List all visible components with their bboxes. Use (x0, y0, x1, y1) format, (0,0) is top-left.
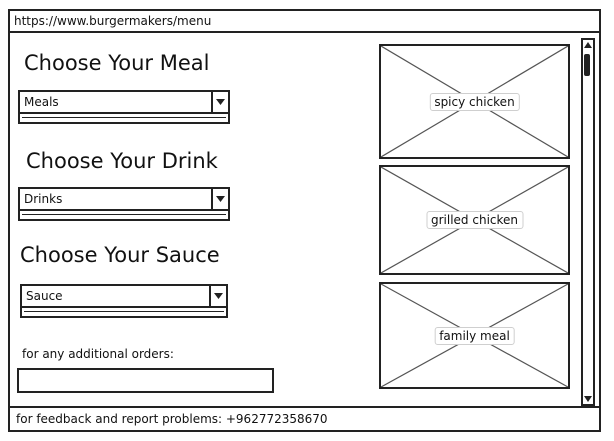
image-caption-spicy-chicken: spicy chicken (429, 92, 520, 111)
scrollbar-thumb[interactable] (584, 54, 590, 76)
additional-orders-input[interactable] (17, 368, 274, 393)
meal-select-dropdown-edge (18, 114, 230, 124)
sauce-heading: Choose Your Sauce (20, 243, 220, 267)
image-placeholder-spicy-chicken[interactable]: spicy chicken (379, 44, 570, 159)
image-caption-grilled-chicken: grilled chicken (425, 211, 524, 229)
drink-select[interactable]: Drinks (18, 187, 230, 211)
drink-select-value: Drinks (24, 192, 63, 206)
vertical-scrollbar[interactable] (581, 38, 595, 406)
image-placeholder-family-meal[interactable]: family meal (379, 282, 570, 389)
url-bar[interactable]: https://www.burgermakers/menu (10, 11, 599, 33)
caret-down-icon[interactable] (211, 189, 228, 209)
footer-feedback: for feedback and report problems: +96277… (10, 406, 599, 430)
image-placeholder-grilled-chicken[interactable]: grilled chicken (379, 165, 570, 275)
meal-select[interactable]: Meals (18, 90, 230, 114)
meal-heading: Choose Your Meal (24, 51, 210, 75)
image-caption-family-meal: family meal (434, 326, 515, 345)
sauce-select[interactable]: Sauce (20, 284, 228, 308)
browser-window: https://www.burgermakers/menu Choose You… (8, 9, 601, 432)
drink-heading: Choose Your Drink (26, 149, 218, 173)
caret-down-icon[interactable] (209, 286, 226, 306)
sauce-select-dropdown-edge (20, 308, 228, 318)
caret-up-icon[interactable] (583, 40, 593, 50)
additional-orders-label: for any additional orders: (22, 347, 174, 361)
meal-select-value: Meals (24, 95, 59, 109)
caret-down-icon[interactable] (583, 394, 593, 404)
drink-select-dropdown-edge (18, 211, 230, 221)
sauce-select-value: Sauce (26, 289, 63, 303)
caret-down-icon[interactable] (211, 92, 228, 112)
